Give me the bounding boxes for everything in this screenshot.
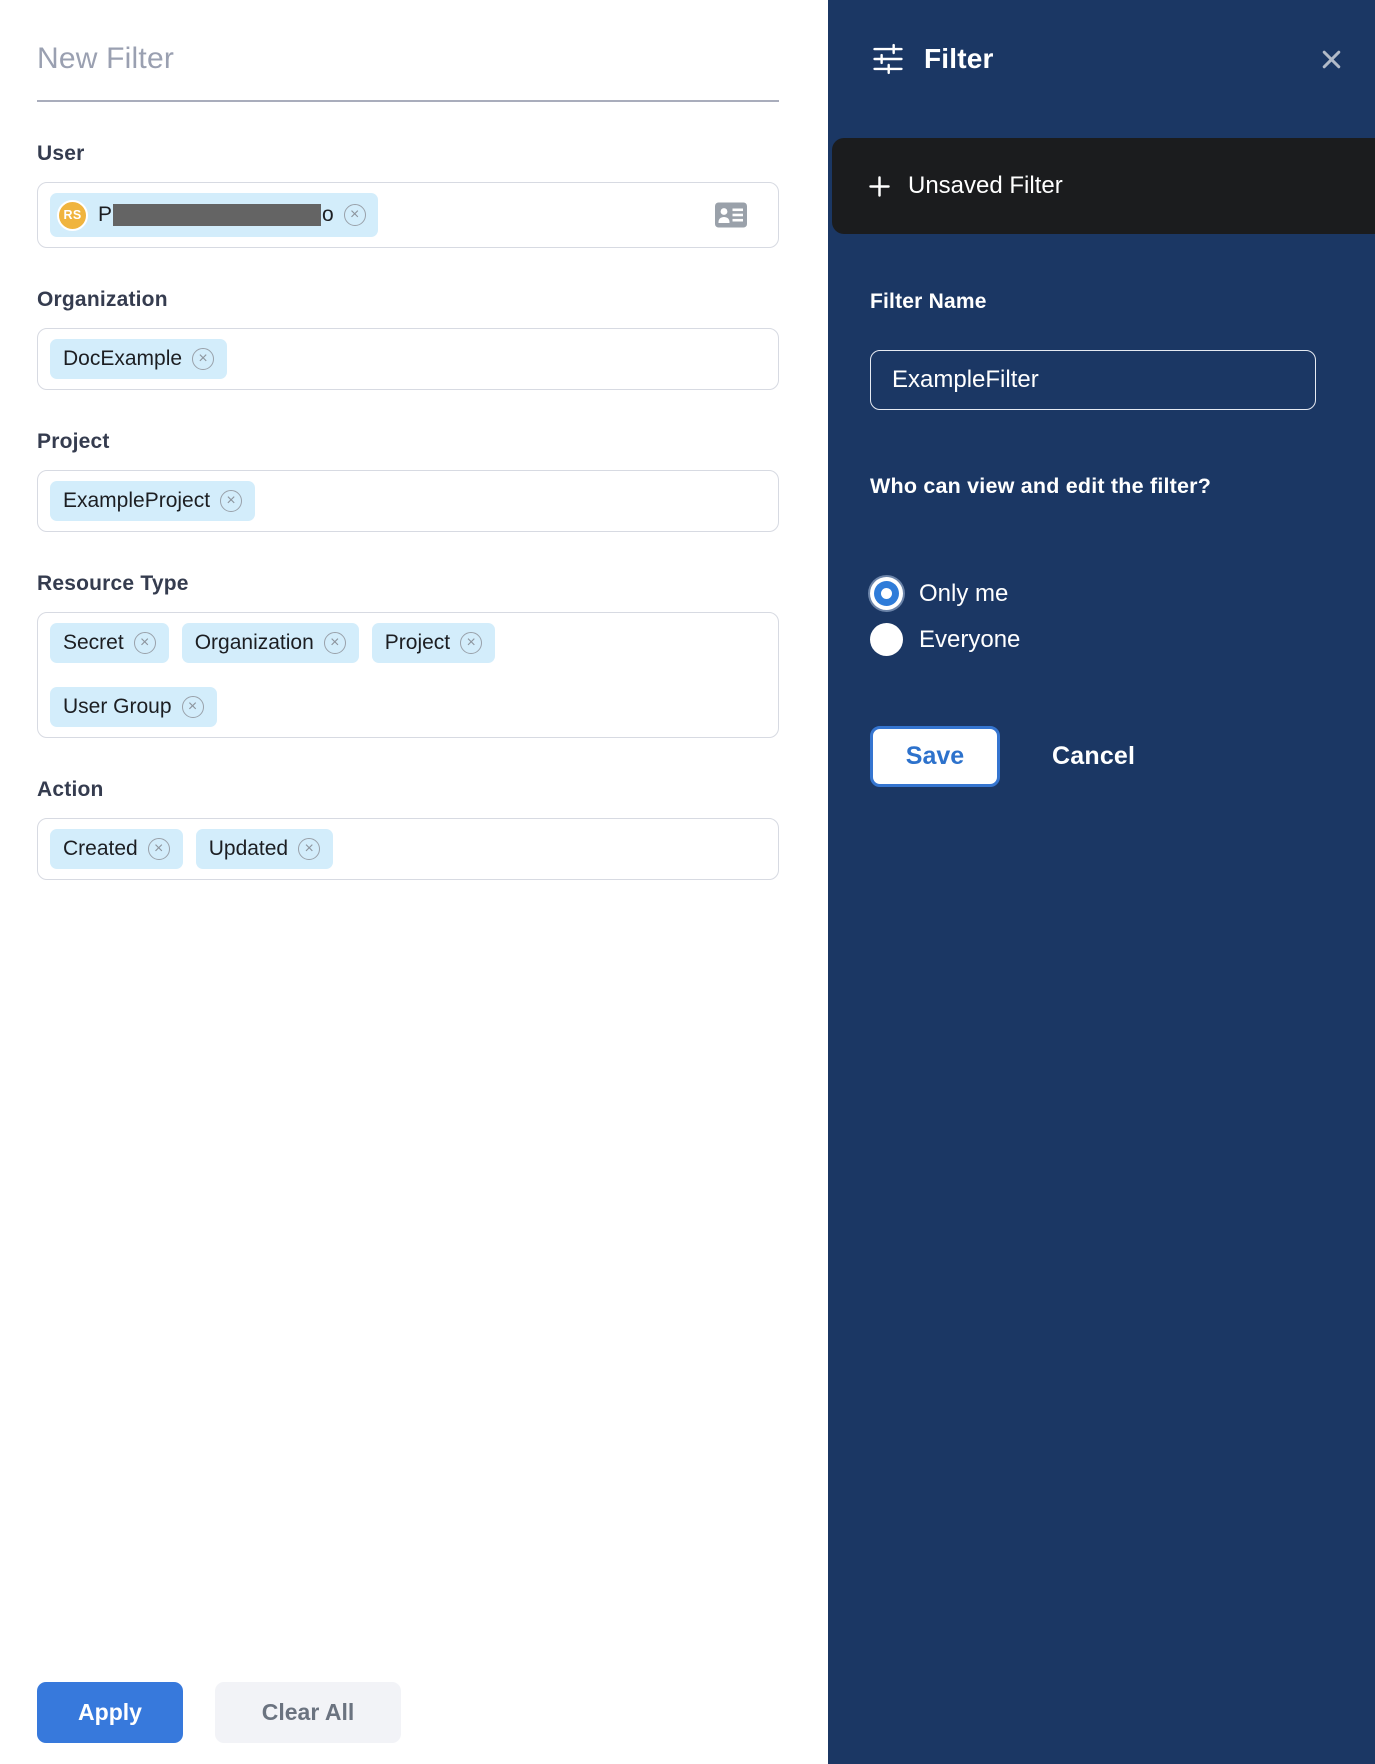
- save-button[interactable]: Save: [870, 726, 1000, 787]
- radio-only-me-label: Only me: [919, 580, 1008, 608]
- apply-button[interactable]: Apply: [37, 1682, 183, 1743]
- filter-name-input[interactable]: [870, 350, 1316, 410]
- visibility-question: Who can view and edit the filter?: [870, 474, 1316, 499]
- user-field-box[interactable]: RS Po: [37, 182, 779, 248]
- drawer-content: Filter Name Who can view and edit the fi…: [828, 290, 1375, 787]
- new-filter-panel: New Filter User RS Po Organi: [0, 0, 828, 1764]
- remove-updated-chip-icon[interactable]: [298, 838, 320, 860]
- close-icon[interactable]: [1318, 46, 1345, 73]
- drawer-title: Filter: [924, 43, 994, 75]
- action-chip-created: Created: [50, 829, 183, 869]
- remove-user-chip-icon[interactable]: [344, 204, 366, 226]
- remove-secret-chip-icon[interactable]: [134, 632, 156, 654]
- sliders-icon: [870, 42, 906, 76]
- project-chip: ExampleProject: [50, 481, 255, 521]
- remove-created-chip-icon[interactable]: [148, 838, 170, 860]
- remove-organization-type-chip-icon[interactable]: [324, 632, 346, 654]
- resource-type-chip-project: Project: [372, 623, 495, 663]
- filter-drawer: Filter Unsaved Filter Filter Name Who ca…: [828, 0, 1375, 1764]
- user-field-label: User: [37, 142, 828, 166]
- project-field-box[interactable]: ExampleProject: [37, 470, 779, 532]
- resource-type-field-label: Resource Type: [37, 572, 828, 596]
- project-field-label: Project: [37, 430, 828, 454]
- organization-chip: DocExample: [50, 339, 227, 379]
- organization-field-label: Organization: [37, 288, 828, 312]
- user-chip-name: Po: [98, 203, 334, 227]
- drawer-actions: Save Cancel: [870, 726, 1316, 787]
- resource-type-chip-secret: Secret: [50, 623, 169, 663]
- action-field-box[interactable]: Created Updated: [37, 818, 779, 880]
- cancel-button[interactable]: Cancel: [1052, 742, 1135, 771]
- radio-everyone-label: Everyone: [919, 626, 1020, 654]
- action-field-label: Action: [37, 778, 828, 802]
- action-chip-updated: Updated: [196, 829, 333, 869]
- clear-all-button[interactable]: Clear All: [215, 1682, 401, 1743]
- radio-everyone[interactable]: Everyone: [870, 623, 1316, 656]
- plus-icon: [866, 173, 893, 200]
- resource-type-chip-organization: Organization: [182, 623, 359, 663]
- contact-card-icon[interactable]: [714, 202, 748, 229]
- new-filter-title-input[interactable]: New Filter: [37, 42, 828, 76]
- resource-type-chip-user-group: User Group: [50, 687, 217, 727]
- remove-user-group-chip-icon[interactable]: [182, 696, 204, 718]
- user-chip: RS Po: [50, 193, 378, 237]
- drawer-header: Filter: [828, 0, 1375, 76]
- radio-selected-icon: [870, 577, 903, 610]
- remove-project-type-chip-icon[interactable]: [460, 632, 482, 654]
- unsaved-filter-label: Unsaved Filter: [908, 172, 1063, 200]
- remove-project-chip-icon[interactable]: [220, 490, 242, 512]
- filter-screen: New Filter User RS Po Organi: [0, 0, 1375, 1764]
- radio-only-me[interactable]: Only me: [870, 577, 1316, 610]
- filter-name-label: Filter Name: [870, 290, 1316, 314]
- radio-unselected-icon: [870, 623, 903, 656]
- left-panel-footer: Apply Clear All: [37, 1682, 401, 1743]
- resource-type-field-box[interactable]: Secret Organization Project User Group: [37, 612, 779, 738]
- unsaved-filter-tab[interactable]: Unsaved Filter: [832, 138, 1375, 234]
- organization-field-box[interactable]: DocExample: [37, 328, 779, 390]
- redacted-name-bar: [113, 204, 321, 226]
- user-avatar: RS: [57, 200, 88, 231]
- remove-organization-chip-icon[interactable]: [192, 348, 214, 370]
- title-divider: [37, 100, 779, 102]
